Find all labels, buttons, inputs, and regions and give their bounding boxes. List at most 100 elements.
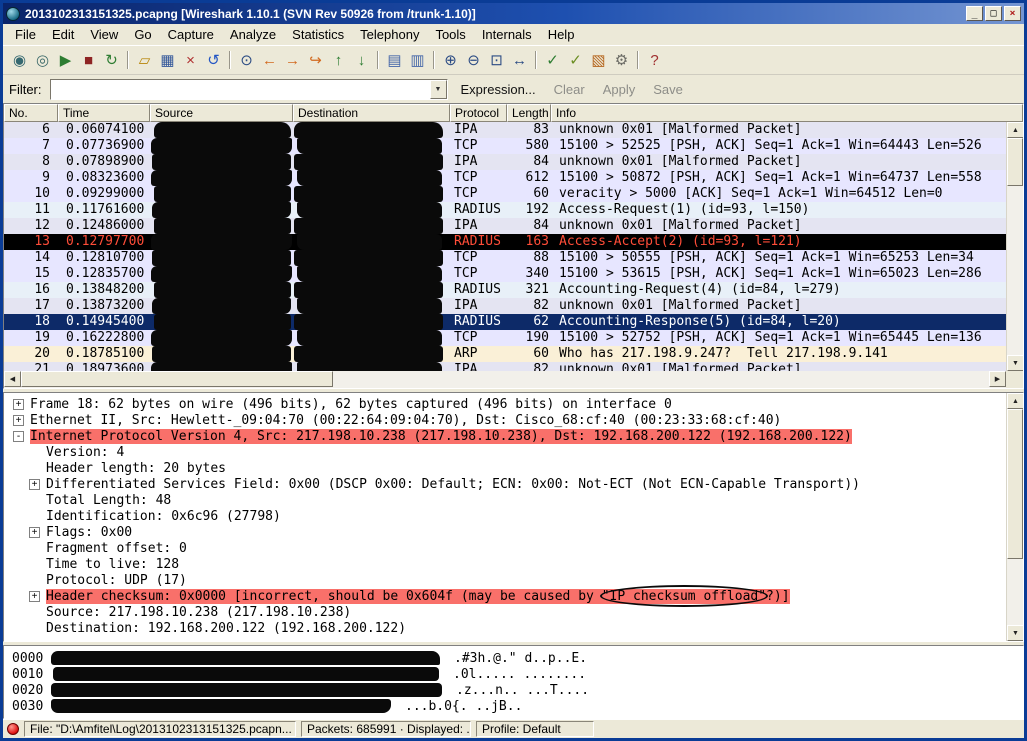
save-file-icon[interactable]: ▦ <box>156 49 179 71</box>
go-last-icon[interactable]: ↓ <box>350 49 373 71</box>
hscroll-thumb[interactable] <box>21 371 333 387</box>
packet-list-vscrollbar[interactable]: ▲ ▼ <box>1006 122 1023 371</box>
go-first-icon[interactable]: ↑ <box>327 49 350 71</box>
close-button[interactable]: × <box>1004 6 1021 21</box>
packet-list-hscrollbar[interactable]: ◀ ▶ <box>4 371 1023 388</box>
minimize-button[interactable]: _ <box>966 6 983 21</box>
zoom-in-icon[interactable]: ⊕ <box>439 49 462 71</box>
expand-icon[interactable]: + <box>29 478 40 490</box>
preferences-icon[interactable]: ⚙ <box>610 49 633 71</box>
expert-info-icon[interactable] <box>7 723 19 735</box>
packet-row[interactable]: 19 0.16222800 TCP 190 15100 > 52752 [PSH, AC… <box>4 330 1006 346</box>
menu-item-capture[interactable]: Capture <box>160 25 222 44</box>
expand-icon[interactable]: + <box>13 414 24 426</box>
close-file-icon[interactable]: × <box>179 49 202 71</box>
detail-line[interactable]: Time to live: 128 <box>5 556 1005 572</box>
packet-row[interactable]: 10 0.09299000 TCP 60 veracity > 5000 [ACK] S… <box>4 186 1006 202</box>
column-header-protocol[interactable]: Protocol <box>450 104 507 122</box>
packet-row[interactable]: 6 0.06074100 IPA 83 unknown 0x01 [Malformed … <box>4 122 1006 138</box>
clear-button[interactable]: Clear <box>549 80 590 99</box>
scroll-up-icon[interactable]: ▲ <box>1007 122 1023 138</box>
menu-item-statistics[interactable]: Statistics <box>284 25 352 44</box>
go-back-icon[interactable]: ← <box>258 49 281 71</box>
column-header-no[interactable]: No. <box>4 104 58 122</box>
save-button[interactable]: Save <box>648 80 688 99</box>
filter-input[interactable]: ▼ <box>49 78 448 100</box>
hex-row[interactable]: 0000 .#3h.@." d..p..E. <box>4 650 1023 666</box>
zoom-out-icon[interactable]: ⊖ <box>462 49 485 71</box>
resize-columns-icon[interactable]: ↔ <box>508 49 531 71</box>
menu-item-telephony[interactable]: Telephony <box>352 25 427 44</box>
detail-line[interactable]: + Header checksum: 0x0000 [incorrect, sho… <box>5 588 1005 604</box>
detail-line[interactable]: Version: 4 <box>5 444 1005 460</box>
packet-row[interactable]: 18 0.14945400 RADIUS 62 Accounting-Response(… <box>4 314 1006 330</box>
packet-row[interactable]: 14 0.12810700 TCP 88 15100 > 50555 [PSH, ACK… <box>4 250 1006 266</box>
go-to-packet-icon[interactable]: ↪ <box>304 49 327 71</box>
packet-row[interactable]: 16 0.13848200 RADIUS 321 Accounting-Request(… <box>4 282 1006 298</box>
packet-row[interactable]: 17 0.13873200 IPA 82 unknown 0x01 [Malformed… <box>4 298 1006 314</box>
scroll-thumb[interactable] <box>1007 138 1023 186</box>
packet-row[interactable]: 20 0.18785100 ARP 60 Who has 217.198.9.247? … <box>4 346 1006 362</box>
hscroll-track[interactable] <box>21 371 989 388</box>
colorize-toggle-icon[interactable]: ▤ <box>383 49 406 71</box>
scroll-thumb[interactable] <box>1007 409 1023 559</box>
status-profile[interactable]: Profile: Default <box>476 721 594 737</box>
detail-line[interactable]: Identification: 0x6c96 (27798) <box>5 508 1005 524</box>
menu-item-internals[interactable]: Internals <box>474 25 540 44</box>
packet-row[interactable]: 21 0.18973600 IPA 82 unknown 0x01 [Malformed… <box>4 362 1006 371</box>
detail-line[interactable]: Source: 217.198.10.238 (217.198.10.238) <box>5 604 1005 620</box>
detail-line[interactable]: + Ethernet II, Src: Hewlett-_09:04:70 (00… <box>5 412 1005 428</box>
column-header-time[interactable]: Time <box>58 104 150 122</box>
collapse-icon[interactable]: - <box>13 430 24 442</box>
scroll-left-icon[interactable]: ◀ <box>4 371 21 387</box>
find-packet-icon[interactable]: ⊙ <box>235 49 258 71</box>
apply-button[interactable]: Apply <box>598 80 641 99</box>
capture-options-icon[interactable]: ◎ <box>31 49 54 71</box>
menu-item-go[interactable]: Go <box>126 25 159 44</box>
packet-row[interactable]: 11 0.11761600 RADIUS 192 Access-Request(1) (… <box>4 202 1006 218</box>
open-file-icon[interactable]: ▱ <box>133 49 156 71</box>
restart-capture-icon[interactable]: ↻ <box>100 49 123 71</box>
detail-line[interactable]: - Internet Protocol Version 4, Src: 217.1… <box>5 428 1005 444</box>
detail-line[interactable]: Total Length: 48 <box>5 492 1005 508</box>
column-header-source[interactable]: Source <box>150 104 293 122</box>
hex-row[interactable]: 0020 .z...n.. ...T.... <box>4 682 1023 698</box>
hex-row[interactable]: 0030 ...b.0{. ..jB.. <box>4 698 1023 714</box>
maximize-button[interactable]: □ <box>985 6 1002 21</box>
packet-row[interactable]: 9 0.08323600 TCP 612 15100 > 50872 [PSH, ACK… <box>4 170 1006 186</box>
zoom-normal-icon[interactable]: ⊡ <box>485 49 508 71</box>
reload-file-icon[interactable]: ↺ <box>202 49 225 71</box>
packet-row[interactable]: 12 0.12486000 IPA 84 unknown 0x01 [Malformed… <box>4 218 1006 234</box>
display-filters-icon[interactable]: ✓ <box>564 49 587 71</box>
expand-icon[interactable]: + <box>29 526 40 538</box>
expression-button[interactable]: Expression... <box>456 80 541 99</box>
menu-item-analyze[interactable]: Analyze <box>222 25 284 44</box>
scroll-down-icon[interactable]: ▼ <box>1007 355 1023 371</box>
expand-icon[interactable]: + <box>13 398 24 410</box>
autoscroll-toggle-icon[interactable]: ▥ <box>406 49 429 71</box>
menu-item-help[interactable]: Help <box>540 25 583 44</box>
stop-capture-icon[interactable]: ■ <box>77 49 100 71</box>
help-icon[interactable]: ? <box>643 49 666 71</box>
column-header-destination[interactable]: Destination <box>293 104 450 122</box>
detail-line[interactable]: Destination: 192.168.200.122 (192.168.20… <box>5 620 1005 636</box>
packet-row[interactable]: 15 0.12835700 TCP 340 15100 > 53615 [PSH, AC… <box>4 266 1006 282</box>
filter-dropdown-icon[interactable]: ▼ <box>429 79 447 99</box>
menu-item-view[interactable]: View <box>82 25 126 44</box>
scroll-right-icon[interactable]: ▶ <box>989 371 1006 387</box>
menu-item-file[interactable]: File <box>7 25 44 44</box>
capture-filters-icon[interactable]: ✓ <box>541 49 564 71</box>
go-forward-icon[interactable]: → <box>281 49 304 71</box>
expand-icon[interactable]: + <box>29 590 40 602</box>
scroll-up-icon[interactable]: ▲ <box>1007 393 1023 409</box>
detail-line[interactable]: + Flags: 0x00 <box>5 524 1005 540</box>
scroll-down-icon[interactable]: ▼ <box>1007 625 1023 641</box>
column-header-length[interactable]: Length <box>507 104 551 122</box>
start-capture-icon[interactable]: ▶ <box>54 49 77 71</box>
hex-row[interactable]: 0010 .0l..... ........ <box>4 666 1023 682</box>
title-bar[interactable]: 2013102313151325.pcapng [Wireshark 1.10.… <box>3 3 1024 24</box>
detail-line[interactable]: + Frame 18: 62 bytes on wire (496 bits), … <box>5 396 1005 412</box>
packet-row[interactable]: 13 0.12797700 RADIUS 163 Access-Accept(2) (i… <box>4 234 1006 250</box>
packet-row[interactable]: 8 0.07898900 IPA 84 unknown 0x01 [Malformed … <box>4 154 1006 170</box>
menu-item-edit[interactable]: Edit <box>44 25 82 44</box>
